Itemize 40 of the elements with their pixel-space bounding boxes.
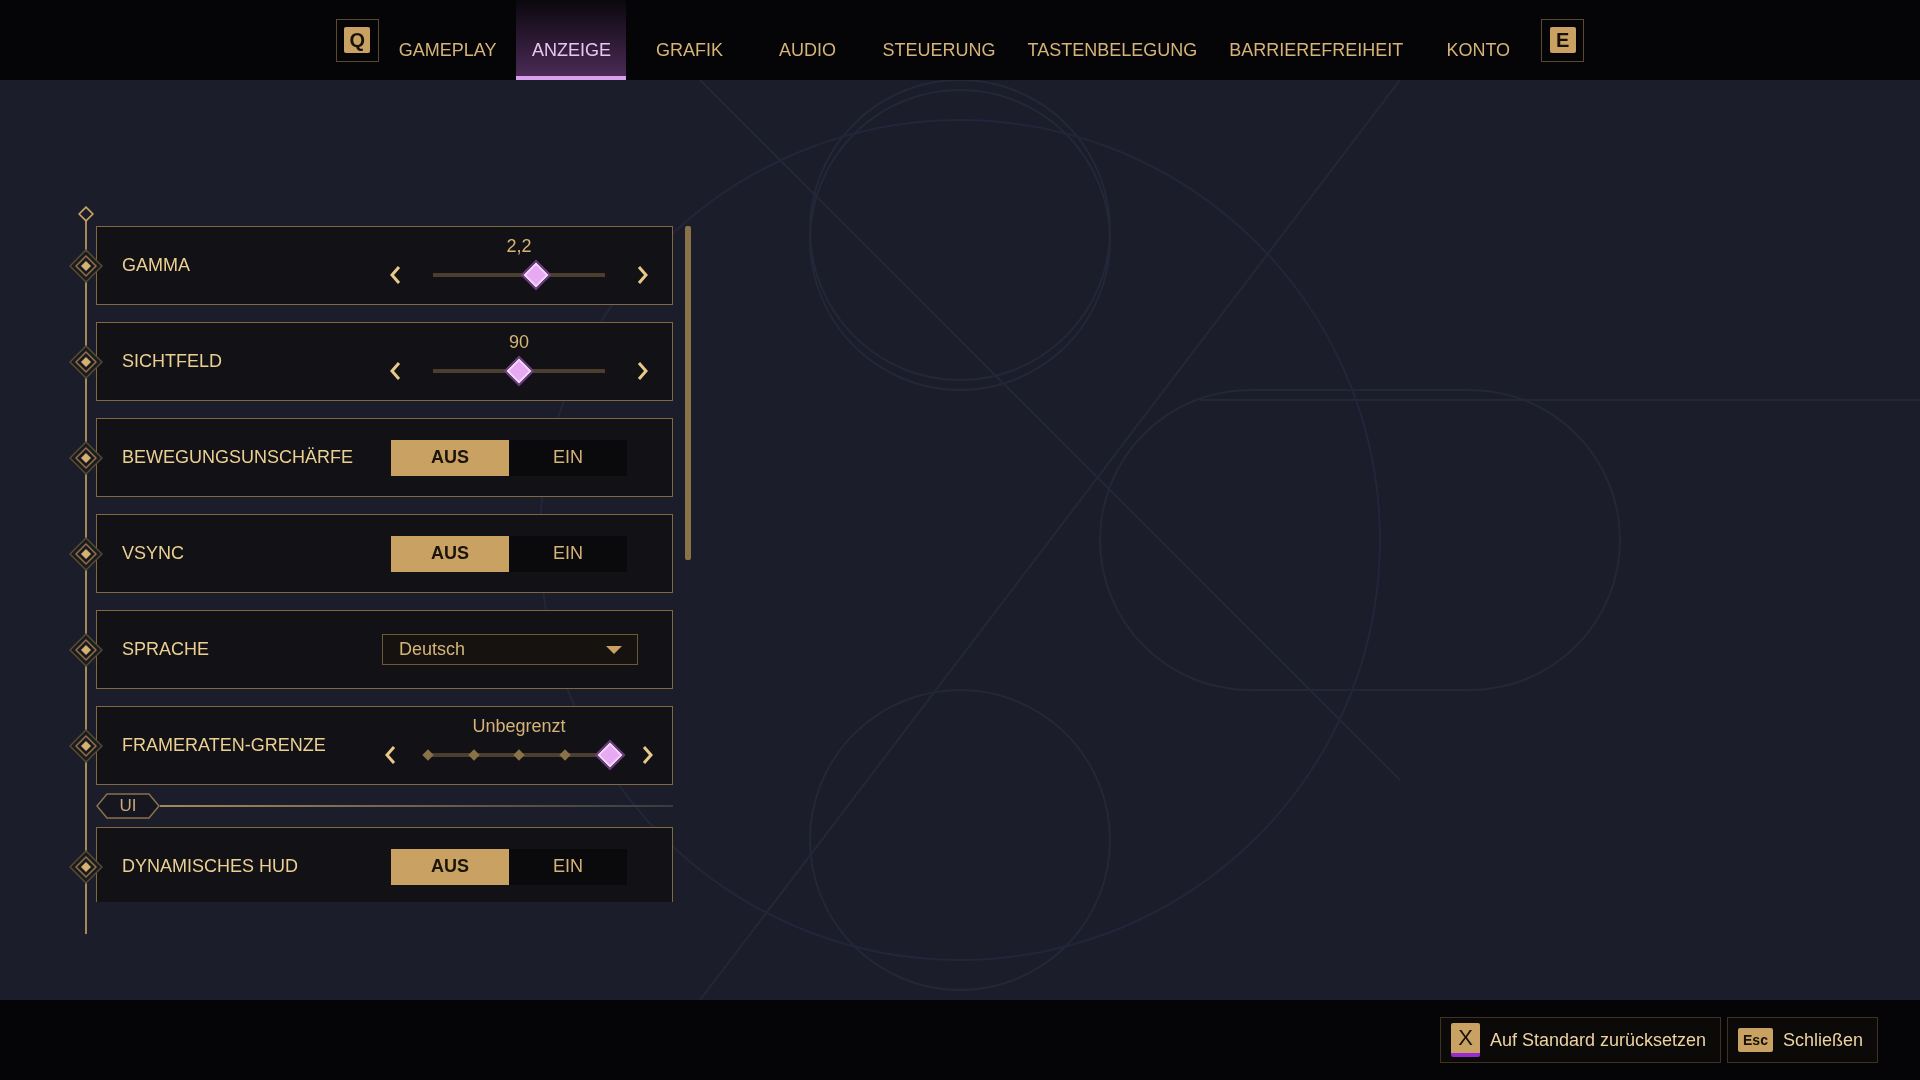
nav-tab[interactable]: KONTO [1423,0,1534,80]
footer-button[interactable]: Esc Schließen [1727,1017,1878,1063]
slider-thumb[interactable] [506,358,532,384]
step-tick-icon [558,749,571,761]
toggle-option[interactable]: EIN [509,535,627,572]
nav-tab[interactable]: GRAFIK [634,0,745,80]
section-label: UI [96,793,160,819]
nav-tab[interactable]: GAMEPLAY [386,0,509,80]
setting-value: Unbegrenzt [472,716,566,737]
setting-label: DYNAMISCHES HUD [122,856,300,877]
toggle-option[interactable]: EIN [509,439,627,476]
setting-label: SICHTFELD [122,351,223,372]
footer-button[interactable]: X Auf Standard zurücksetzen [1440,1017,1722,1063]
setting-label: SPRACHE [122,639,211,660]
toggle-option[interactable]: AUS [391,535,509,572]
nav-tab[interactable]: ANZEIGE [516,0,627,80]
q-key-button[interactable]: Q [335,18,379,62]
scrollbar-thumb[interactable] [685,226,691,560]
nav-tab[interactable]: AUDIO [752,0,863,80]
setting-label: VSYNC [122,543,185,564]
toggle-option[interactable]: AUS [391,439,509,476]
language-dropdown[interactable]: Deutsch [382,634,638,665]
nav-tab[interactable]: BARRIEREFREIHEIT [1217,0,1416,80]
toggle-option[interactable]: EIN [509,848,627,885]
slider-thumb[interactable] [523,262,549,288]
slider-thumb[interactable] [597,742,623,768]
e-key-button[interactable]: E [1541,18,1585,62]
diamond-icon [78,206,94,222]
caret-icon [605,644,623,655]
nav-tab[interactable]: STEUERUNG [870,0,1008,80]
nav-tab[interactable]: TASTENBELEGUNG [1015,0,1210,80]
setting-value: 90 [509,332,529,353]
step-tick-icon [513,749,525,761]
toggle-option[interactable]: AUS [391,848,509,885]
setting-label: GAMMA [122,255,191,276]
setting-label: BEWEGUNGSUNSCHÄRFE [122,447,355,468]
step-tick-icon [422,749,434,761]
setting-label: FRAMERATEN-GRENZE [122,735,327,756]
setting-value: 2,2 [506,236,532,257]
step-tick-icon [467,749,480,761]
